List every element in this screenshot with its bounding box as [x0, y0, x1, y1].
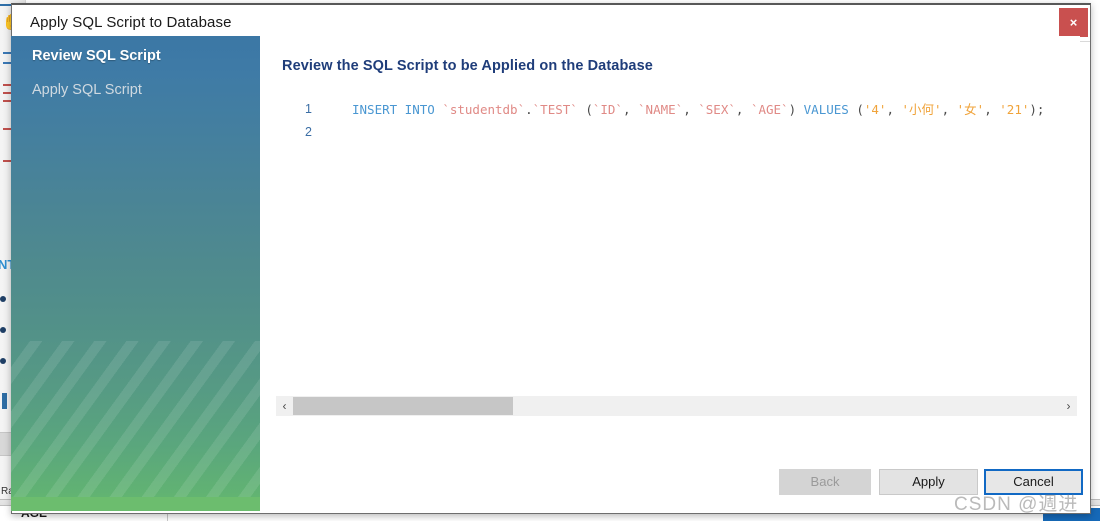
code-token-string: '女' [956, 102, 985, 117]
code-token-string: '4' [863, 102, 887, 117]
code-token-punct: ( [848, 102, 864, 117]
code-token-punct: ); [1029, 102, 1045, 117]
horizontal-scrollbar[interactable]: ‹ › [276, 396, 1077, 416]
code-token-identifier: `NAME` [638, 102, 684, 117]
sidebar-decorative-stripes [11, 341, 260, 511]
code-line: 1 INSERT INTO `studentdb`.`TEST` (`ID`, `… [276, 98, 1077, 121]
dialog-content-pane: Review the SQL Script to be Applied on t… [260, 36, 1083, 511]
sidebar-item-review-sql-script[interactable]: Review SQL Script [11, 48, 161, 64]
page-title: Review the SQL Script to be Applied on t… [282, 58, 653, 74]
scroll-left-arrow-icon[interactable]: ‹ [276, 396, 293, 416]
scrollbar-thumb[interactable] [293, 397, 513, 415]
line-number: 1 [305, 102, 312, 116]
code-token-punct: , [735, 102, 751, 117]
screen: ✋ NT Ra AGE ▲ Apply SQL Script to Databa… [0, 0, 1100, 521]
code-token-keyword: INSERT INTO [352, 102, 443, 117]
background-blue-marker [2, 393, 7, 409]
code-token-string: '21' [999, 102, 1030, 117]
code-token-identifier: `SEX` [698, 102, 736, 117]
sidebar-item-label: Apply SQL Script [32, 82, 142, 98]
code-token-punct: ( [577, 102, 593, 117]
sidebar-bottom-band [11, 497, 260, 511]
code-token-string: '小何' [901, 102, 942, 117]
apply-button[interactable]: Apply [879, 469, 978, 495]
code-token-identifier: `TEST` [532, 102, 578, 117]
close-icon[interactable]: × [1059, 8, 1088, 37]
code-token-punct: , [683, 102, 699, 117]
code-token-punct: , [941, 102, 957, 117]
dialog-title: Apply SQL Script to Database [30, 14, 232, 31]
code-token-identifier: `ID` [592, 102, 623, 117]
code-token-punct: ) [788, 102, 804, 117]
code-token-punct: , [622, 102, 639, 117]
background-bullet-dot [0, 327, 6, 333]
scroll-right-arrow-icon[interactable]: › [1060, 396, 1077, 416]
cancel-button[interactable]: Cancel [984, 469, 1083, 495]
code-line: 2 [276, 121, 1077, 144]
code-token-keyword: VALUES [803, 102, 849, 117]
sidebar-item-label: Review SQL Script [32, 48, 161, 64]
code-token-punct: . [525, 102, 533, 117]
sidebar-item-apply-sql-script: Apply SQL Script [11, 82, 142, 98]
sql-script-viewer[interactable]: 1 INSERT INTO `studentdb`.`TEST` (`ID`, `… [276, 98, 1077, 386]
background-bullet-dot [0, 358, 6, 364]
code-token-punct: , [984, 102, 1000, 117]
code-line-text: INSERT INTO `studentdb`.`TEST` (`ID`, `N… [322, 98, 1044, 121]
code-token-identifier: `AGE` [750, 102, 789, 117]
code-token-punct: , [886, 102, 902, 117]
back-button: Back [779, 469, 871, 495]
background-bullet-dot [0, 296, 6, 302]
line-number: 2 [305, 125, 312, 139]
wizard-step-sidebar: Review SQL Script Apply SQL Script [11, 36, 260, 511]
code-token-identifier: `studentdb` [442, 102, 526, 117]
